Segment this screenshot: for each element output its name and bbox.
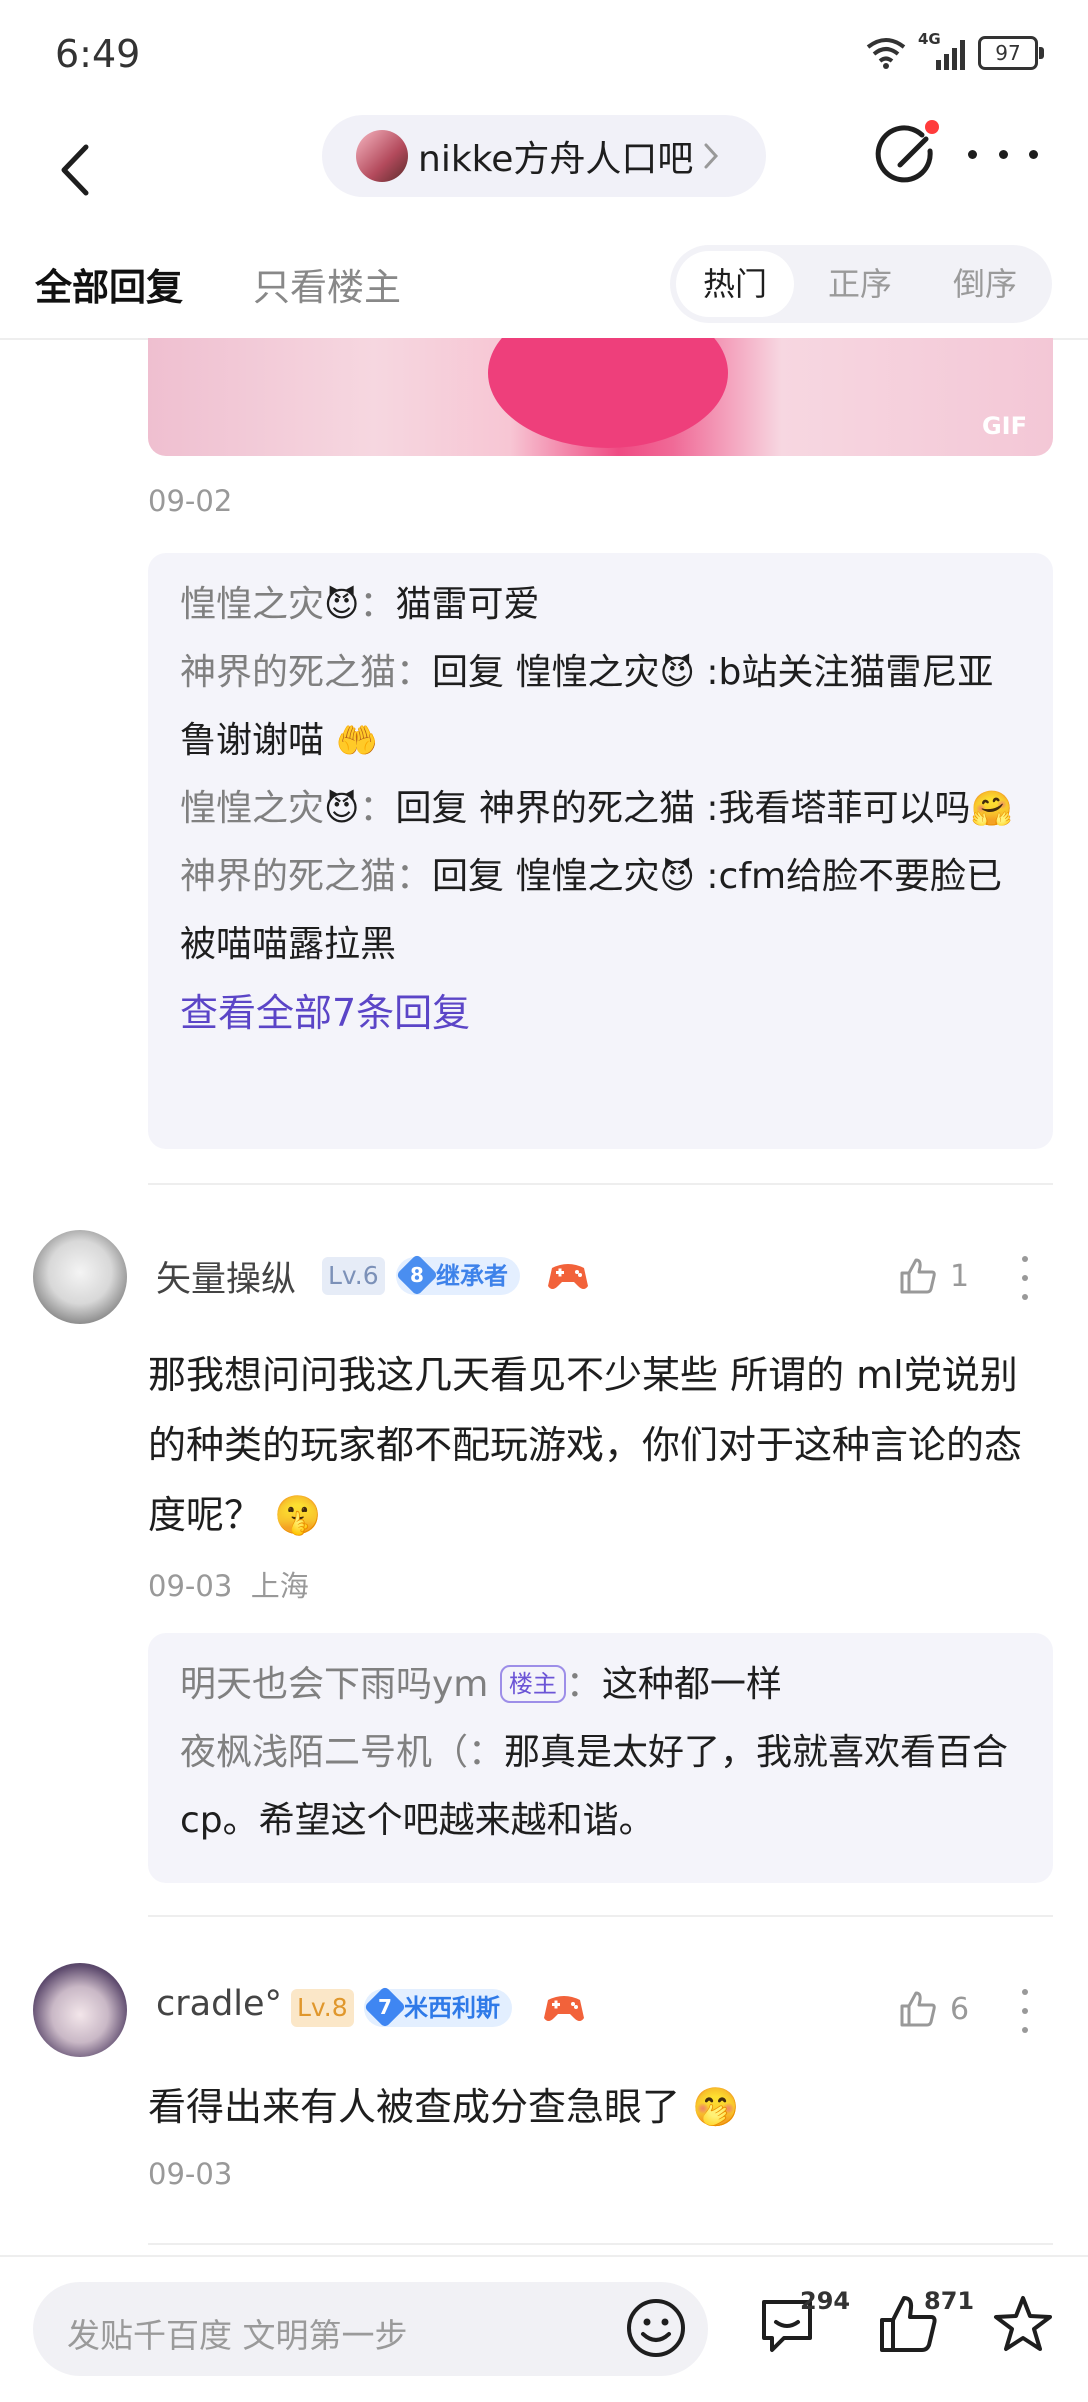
bottom-bar: 发贴千百度 文明第一步 294 871 [0,2255,1088,2402]
signal-icon: 4G [918,30,966,70]
sub-reply[interactable]: 夜枫浅陌二号机（：那真是太好了，我就喜欢看百合cp。希望这个吧越来越和谐。 [180,1719,1021,1855]
sub-reply[interactable]: 神界的死之猫：回复 惶惶之灾😈 :b站关注猫雷尼亚鲁谢谢喵 🤲 [180,639,1021,775]
reply-target: 惶惶之灾 [515,856,660,897]
devil-emoji: 😈 [659,857,695,897]
network-type: 4G [918,30,941,48]
sub-reply-box[interactable]: 明天也会下雨吗ym 楼主 ：这种都一样 夜枫浅陌二号机（：那真是太好了，我就喜欢看… [148,1633,1053,1883]
sub-reply-author[interactable]: 神界的死之猫 [180,856,396,897]
hands-emoji: 🤲 [335,721,378,761]
gamepad-icon [548,1264,588,1289]
comment-gif-image[interactable]: GIF [148,338,1053,456]
divider [148,1183,1053,1185]
comment-username[interactable]: cradle° [156,1984,282,2024]
reply-input-placeholder: 发贴千百度 文明第一步 [67,2316,408,2355]
hug-emoji: 🤗 [970,789,1013,829]
rank-label: 米西利斯 [404,1994,500,2022]
like-button[interactable]: 6 [898,1989,969,2029]
devil-emoji: 😈 [324,789,360,829]
sub-reply-text: 这种都一样 [601,1664,782,1705]
comment-date: 09-03 [148,2157,233,2191]
comment-text: 那我想问问我这几天看见不少某些 所谓的 ml党说别的种类的玩家都不配玩游戏，你们… [148,1353,1023,1537]
gif-badge: GIF [981,412,1027,440]
thumbs-up-icon [900,1991,936,2027]
more-options-button[interactable] [968,139,1038,169]
sub-reply-author[interactable]: 神界的死之猫 [180,652,396,693]
sort-segmented-control: 热门 正序 倒序 [670,245,1052,323]
rank-number: 8 [410,1262,424,1287]
sub-reply[interactable]: 惶惶之灾😈：回复 神界的死之猫 :我看塔菲可以吗🤗 [180,775,1021,843]
sub-reply-text: :我看塔菲可以吗 [694,788,971,829]
star-icon[interactable] [990,2292,1056,2358]
reply-target: 惶惶之灾 [515,652,660,693]
sub-reply-author[interactable]: 惶惶之灾 [180,788,324,829]
view-all-replies-link[interactable]: 查看全部7条回复 [180,979,1021,1047]
level-badge: Lv.8 [291,1989,354,2027]
op-badge: 楼主 [499,1665,566,1703]
top-nav: nikke方舟人口吧 [0,115,1088,245]
reply-target: 神界的死之猫 [478,788,695,829]
like-button[interactable]: 1 [898,1256,969,1296]
level-badge: Lv.6 [322,1257,385,1295]
devil-emoji: 😈 [324,585,360,625]
status-icons: 4G 97 [866,30,1044,70]
sort-descending[interactable]: 倒序 [925,251,1045,317]
devil-emoji: 😈 [659,653,695,693]
gamepad-icon [544,1996,584,2021]
thumbs-up-icon [900,1258,936,1294]
sub-reply[interactable]: 明天也会下雨吗ym 楼主 ：这种都一样 [180,1651,1021,1719]
comment-location: 上海 [250,1569,309,1603]
forum-avatar [356,130,408,182]
sub-reply-author[interactable]: 夜枫浅陌二号机（ [180,1732,468,1773]
status-time: 6:49 [55,32,141,76]
like-count: 1 [950,1258,970,1294]
chevron-left-icon [61,144,89,196]
divider [148,2243,1053,2245]
sub-reply-author[interactable]: 惶惶之灾 [180,584,324,625]
comment-more-button[interactable] [1020,1256,1030,1300]
sub-reply[interactable]: 惶惶之灾😈：猫雷可爱 [180,571,1021,639]
avatar[interactable] [33,1963,127,2057]
comment-date: 09-03 上海 [148,1569,309,1603]
like-count: 6 [950,1991,970,2027]
reply-filter-bar: 全部回复 只看楼主 热门 正序 倒序 [0,245,1088,340]
sub-reply-author[interactable]: 明天也会下雨吗ym [180,1664,488,1705]
comment-date: 09-02 [148,484,233,518]
emoji-icon[interactable] [623,2295,689,2361]
sub-reply-text: 猫雷可爱 [395,584,540,625]
forum-name: nikke方舟人口吧 [418,139,694,180]
sub-reply[interactable]: 神界的死之猫：回复 惶惶之灾😈 :cfm给脸不要脸已被喵喵露拉黑 [180,843,1021,979]
sub-reply-box[interactable]: 惶惶之灾😈：猫雷可爱 神界的死之猫：回复 惶惶之灾😈 :b站关注猫雷尼亚鲁谢谢喵… [148,553,1053,1149]
back-button[interactable] [40,125,110,215]
divider [148,1915,1053,1917]
sort-hot[interactable]: 热门 [676,251,794,317]
comment-text: 看得出来有人被查成分查急眼了 🤭 [148,2085,740,2129]
rank-badge: 8 继承者 [395,1253,520,1297]
rank-number: 7 [378,1994,392,2019]
rank-label: 继承者 [436,1262,508,1290]
chevron-right-icon [704,143,719,169]
notification-dot [925,120,939,134]
tab-op-only[interactable]: 只看楼主 [253,257,401,311]
comment-count: 294 [800,2287,851,2315]
reply-input[interactable]: 发贴千百度 文明第一步 [33,2282,708,2376]
rank-badge: 7 米西利斯 [363,1985,512,2029]
sort-ascending[interactable]: 正序 [800,251,920,317]
like-total: 871 [924,2287,975,2315]
avatar[interactable] [33,1230,127,1324]
wifi-icon [866,38,906,69]
battery-icon: 97 [978,36,1044,70]
tab-all-replies[interactable]: 全部回复 [35,257,183,311]
status-bar: 6:49 4G 97 [0,0,1088,115]
comment-more-button[interactable] [1020,1989,1030,2033]
comment-username[interactable]: 矢量操纵 [156,1251,296,1302]
forum-link[interactable]: nikke方舟人口吧 [322,115,766,197]
